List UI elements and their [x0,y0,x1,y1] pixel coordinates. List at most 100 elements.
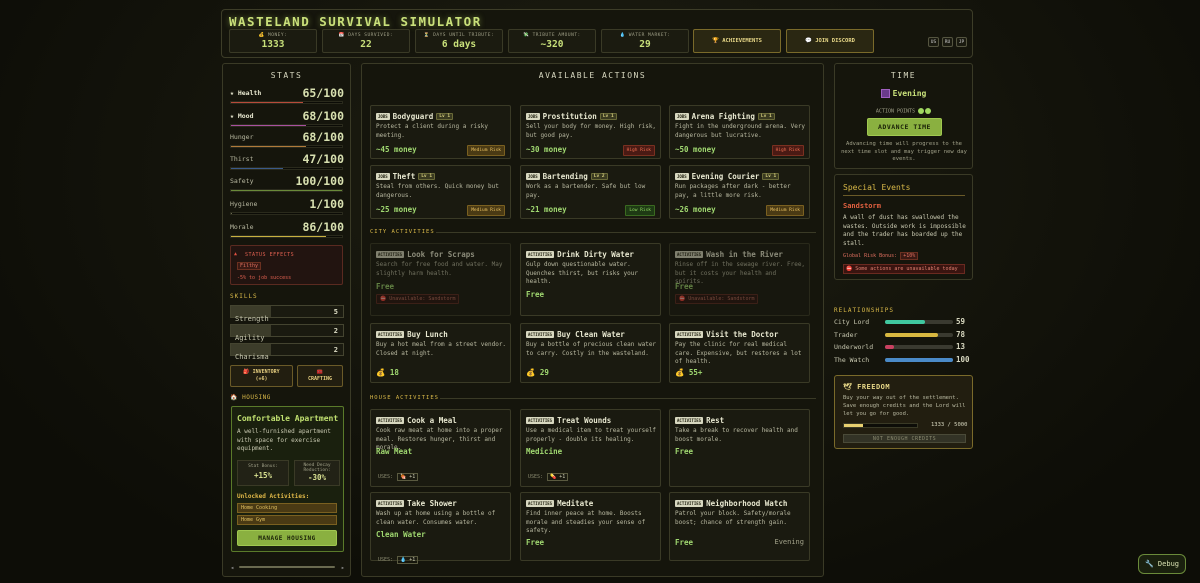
no-entry-icon: ⛔ [846,266,853,272]
stats-title: STATS [270,71,303,80]
card-tag: ACTIVITIES [526,250,555,258]
card-title: JOBS Bodyguard Lv 1 [376,111,454,121]
action-card-visit-the-doctor[interactable]: ACTIVITIES Visit the Doctor Pay the clinic… [669,323,810,383]
card-desc: Wash up at home using a bottle of clean … [376,510,496,526]
action-card-buy-lunch[interactable]: ACTIVITIES Buy Lunch Buy a hot meal from a… [370,323,511,383]
relationship-trader: Trader [834,331,858,339]
action-card-arena-fighting[interactable]: JOBS Arena Fighting Lv 1 Fight in the under… [669,105,810,159]
card-tag: ACTIVITIES [526,330,555,338]
risk-badge: Medium Risk [467,205,505,216]
card-desc: Protect a client during a risky meeting. [376,123,488,139]
card-reward: ~50 money [675,145,716,154]
action-card-evening-courier[interactable]: JOBS Evening Courier Lv 1 Run packages afte… [669,165,810,219]
not-enough-credits-button[interactable]: NOT ENOUGH CREDITS [843,434,966,443]
card-tag: JOBS [376,172,390,180]
inventory-button[interactable]: 🎒 INVENTORY (+6) [230,365,293,387]
join-discord-button[interactable]: 💬 JOIN DISCORD [786,29,874,53]
stat-bar-fill [231,168,284,169]
card-reward: ~21 money [526,205,567,214]
action-card-prostitution[interactable]: JOBS Prostitution Lv 1 Sell your body for m… [520,105,661,159]
lang-ru-button[interactable]: RU [942,37,953,47]
card-level: Lv 1 [599,112,617,120]
relationship-value: 59 [956,317,966,326]
card-desc: Gulp down questionable water. Quenches t… [526,261,638,285]
relationship-bar-fill [885,333,939,337]
stat-bar-fill [231,125,307,126]
card-name: Visit the Doctor [706,329,779,339]
days-survived-stat: 📅 DAYS SURVIVED: 22 [322,29,410,53]
action-card-bodyguard[interactable]: JOBS Bodyguard Lv 1 Protect a client during… [370,105,511,159]
water-market-stat: 💧 WATER MARKET: 29 [601,29,689,53]
card-desc: Buy a hot meal from a street vendor. Clo… [376,341,507,357]
card-desc: Use a medical item to treat yourself pro… [526,427,657,443]
card-name: Evening Courier [691,171,760,181]
event-name: Sandstorm [843,202,881,210]
card-title: ACTIVITIES Rest [675,415,724,425]
advance-time-desc: Advancing time will progress to the next… [841,141,967,162]
card-reward: Medicine [526,447,563,456]
achievements-button[interactable]: 🏆 ACHIEVEMENTS [693,29,781,53]
action-card-bartending[interactable]: JOBS Bartending Lv 2 Work as a bartender. S… [520,165,661,219]
relationship-bar [885,345,953,349]
coin-icon: 💰 [526,368,540,377]
tribute-icon: 💸 [523,33,530,38]
stat-bar-mood [230,124,343,127]
debug-button[interactable]: 🔧 Debug [1138,554,1186,574]
wrench-icon: 🔧 [1144,560,1154,568]
card-name: Take Shower [407,498,457,508]
action-card-meditate[interactable]: ACTIVITIES Meditate Find inner peace at ho… [520,492,661,561]
risk-badge: Medium Risk [766,205,804,216]
action-card-rest[interactable]: ACTIVITIES Rest Take a break to recover he… [669,409,810,487]
action-card-buy-clean-water[interactable]: ACTIVITIES Buy Clean Water Buy a bottle of… [520,323,661,383]
manage-housing-button[interactable]: MANAGE HOUSING [237,530,337,546]
stats-scrollbar[interactable]: ◀ ▶ [231,565,344,570]
action-card-theft[interactable]: JOBS Theft Lv 1 Steal from others. Quick mo… [370,165,511,219]
game-title: WASTELAND SURVIVAL SIMULATOR [229,14,482,29]
lang-us-button[interactable]: US [928,37,939,47]
action-card-wash-in-the-river[interactable]: ACTIVITIES Wash in the River Rinse off in … [669,243,810,316]
stat-bar-fill [231,213,233,214]
crafting-button[interactable]: 🧰 CRAFTING [297,365,343,387]
unavailable-badge: ⛔ Unavailable: Sandstorm [675,294,759,304]
action-card-drink-dirty-water[interactable]: ACTIVITIES Drink Dirty Water Gulp down que… [520,243,661,316]
special-events-title: Special Events [843,183,911,192]
status-effects-box: ▲ STATUS EFFECTS Filthy -5% to job succe… [230,245,343,285]
action-card-look-for-scraps[interactable]: ACTIVITIES Look for Scraps Search for free… [370,243,511,316]
money-bag-icon: 💰 [258,33,265,38]
card-reward: ~25 money [376,205,417,214]
advance-time-button[interactable]: ADVANCE TIME [867,118,942,136]
card-title: JOBS Prostitution Lv 1 [526,111,617,121]
card-tag: JOBS [376,112,390,120]
card-desc: Pay the clinic for real medical care. Ex… [675,341,802,365]
card-title: ACTIVITIES Take Shower [376,498,457,508]
card-title: JOBS Bartending Lv 2 [526,171,608,181]
freedom-panel: 🕊 FREEDOM Buy your way out of the settle… [834,375,973,449]
risk-badge: High Risk [622,145,655,156]
card-desc: Work as a bartender. Safe but low pay. [526,183,646,199]
lang-jp-button[interactable]: JP [956,37,967,47]
house-icon: 🏠 [230,394,238,401]
action-card-neighborhood-watch[interactable]: ACTIVITIES Neighborhood Watch Patrol your … [669,492,810,561]
calendar-icon: 📅 [338,33,345,38]
action-point-icon [925,108,932,114]
actions-title: AVAILABLE ACTIONS [538,71,647,80]
status-tag-filthy[interactable]: Filthy [237,262,262,270]
house-activities-title: HOUSE ACTIVITIES [370,395,439,401]
event-desc: A wall of dust has swallowed the wastes.… [843,214,966,247]
relationship-bar-fill [885,345,894,349]
stat-value-hunger: 68/100 [302,130,344,144]
card-level: Lv 1 [757,112,775,120]
stat-bonus-box: Stat Bonus: +15% [237,460,289,486]
risk-badge: Low Risk [625,205,655,216]
stat-label-mood: ★ Mood [230,112,254,120]
uses-row: USES: 💧 +1 [376,556,419,564]
city-activities-title: CITY ACTIVITIES [370,229,435,235]
time-period: Evening [835,89,972,98]
card-reward: ~45 money [376,145,417,154]
action-card-take-shower[interactable]: ACTIVITIES Take Shower Wash up at home usi… [370,492,511,564]
action-card-cook-a-meal[interactable]: ACTIVITIES Cook a Meal Cook raw meat at ho… [370,409,511,487]
stat-bar-morale [230,235,343,238]
card-desc: Buy a bottle of precious clean water to … [526,341,657,357]
card-tag: ACTIVITIES [376,499,405,507]
action-card-treat-wounds[interactable]: ACTIVITIES Treat Wounds Use a medical item… [520,409,661,487]
